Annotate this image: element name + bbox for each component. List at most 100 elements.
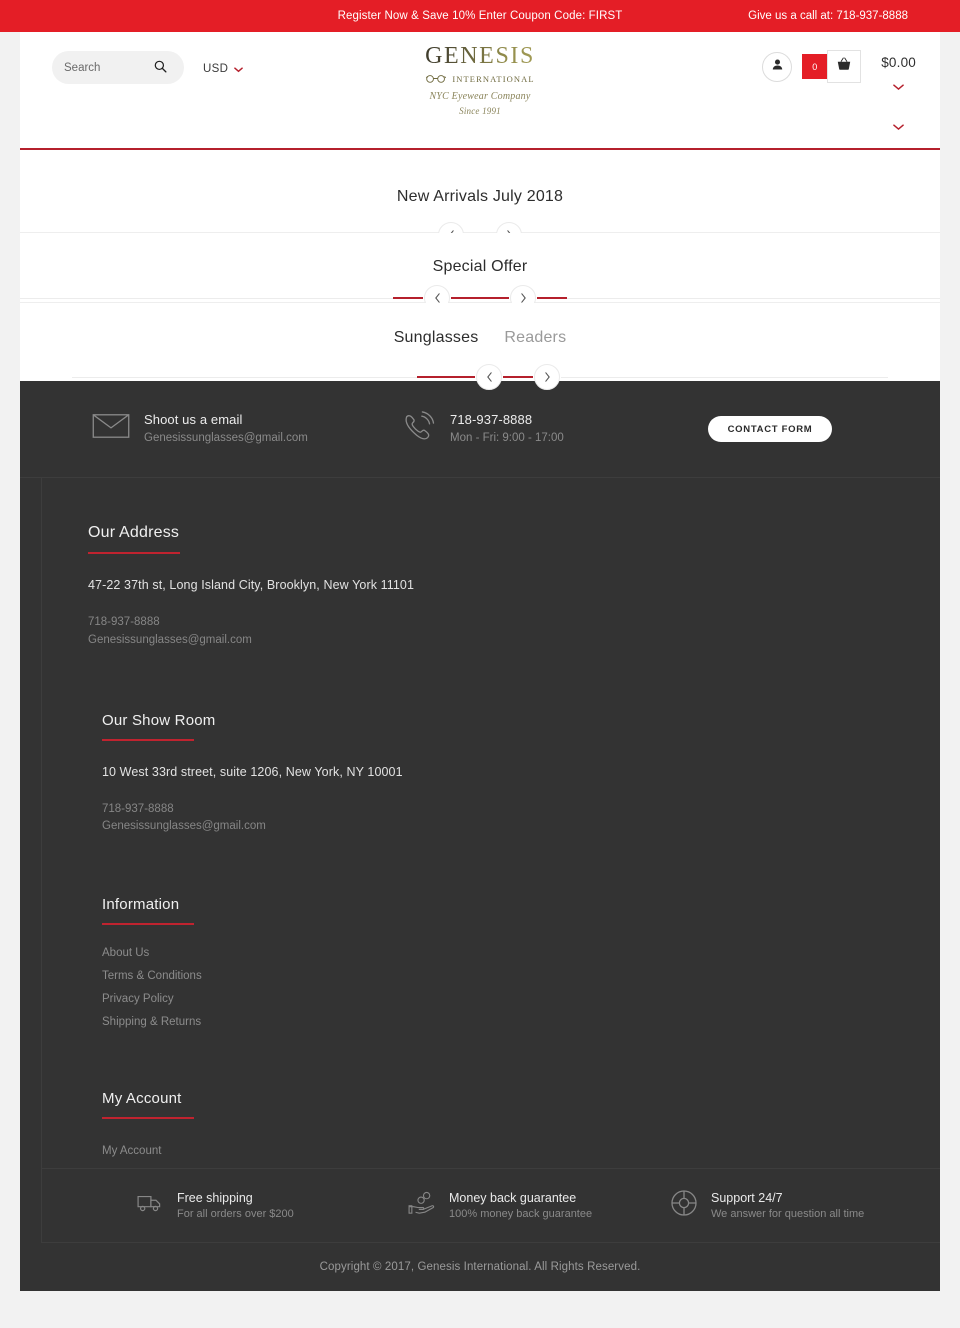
section-title: New Arrivals July 2018 [396, 188, 564, 205]
footer-my-account-block: My Account My Account [102, 1090, 940, 1157]
divider-right [567, 297, 940, 299]
section-title: Special Offer [432, 258, 528, 275]
logo-sub-text: INTERNATIONAL [452, 74, 535, 85]
footer-address-heading: Our Address [88, 524, 180, 541]
cart-button[interactable] [827, 50, 862, 83]
cart-total-amount: $0.00 [881, 55, 916, 70]
divider-left [72, 376, 417, 378]
footer-link-about-us[interactable]: About Us [102, 947, 940, 959]
currency-selector[interactable]: USD [203, 60, 244, 78]
accent-bar-left [393, 297, 423, 299]
promo-call-text: Give us a call at: 718-937-8888 [748, 10, 908, 22]
contact-phone-title: 718-937-8888 [450, 412, 533, 428]
phone-icon [402, 410, 436, 448]
feature-title: Support 24/7 [711, 1190, 783, 1205]
site-footer: Shoot us a email Genesissunglasses@gmail… [20, 381, 940, 1292]
chevron-left-icon [486, 372, 493, 382]
footer-link-privacy-policy[interactable]: Privacy Policy [102, 993, 940, 1005]
truck-icon [136, 1192, 164, 1219]
logo-script-line1: NYC Eyewear Company [429, 91, 531, 103]
envelope-icon [92, 412, 130, 445]
section-category-tabs: Sunglasses Readers [20, 303, 940, 390]
cart-dropdown-chevron-down-icon[interactable] [881, 78, 916, 96]
heading-underline [102, 1117, 194, 1120]
section-special-offer: Special Offer [20, 233, 940, 311]
footer-copyright: Copyright © 2017, Genesis International.… [319, 1261, 641, 1274]
logo-script-line2: Since 1991 [459, 105, 501, 116]
logo-script: NYC Eyewear Company Since 1991 [390, 90, 570, 118]
logo-main-text: GENESIS [390, 43, 570, 69]
footer-main-columns: Our Address 47-22 37th st, Long Island C… [41, 478, 940, 1170]
accent-bar-left [417, 376, 475, 378]
search-button[interactable] [154, 60, 167, 76]
feature-subtitle: 100% money back guarantee [449, 1207, 593, 1220]
promo-bar: Register Now & Save 10% Enter Coupon Cod… [0, 0, 960, 32]
footer-address-line: 47-22 37th st, Long Island City, Brookly… [88, 578, 415, 592]
tab-readers[interactable]: Readers [504, 329, 566, 347]
contact-phone-value: Mon - Fri: 9:00 - 17:00 [450, 432, 564, 445]
account-button[interactable] [762, 52, 793, 82]
feature-support: Support 24/7 We answer for question all … [670, 1189, 900, 1223]
footer-contact-band: Shoot us a email Genesissunglasses@gmail… [20, 381, 940, 478]
page-container: USD GENESIS INTERNATIONAL [20, 32, 940, 1292]
carousel-next-button[interactable] [534, 364, 560, 390]
chevron-right-icon [544, 372, 551, 382]
footer-showroom-block: Our Show Room 10 West 33rd street, suite… [102, 712, 940, 837]
contact-phone-block[interactable]: 718-937-8888 Mon - Fri: 9:00 - 17:00 [402, 410, 672, 448]
hand-coins-icon [408, 1191, 436, 1220]
header-account-area: 0 $0.00 [762, 50, 916, 136]
feature-money-back: Money back guarantee 100% money back gua… [408, 1189, 670, 1223]
footer-features-band: Free shipping For all orders over $200 M… [41, 1169, 940, 1244]
basket-icon [836, 56, 852, 77]
footer-address-email[interactable]: Genesissunglasses@gmail.com [88, 632, 940, 650]
tab-sunglasses[interactable]: Sunglasses [394, 329, 479, 347]
search-icon [154, 60, 167, 76]
currency-label: USD [203, 63, 229, 75]
footer-address-block: Our Address 47-22 37th st, Long Island C… [88, 524, 940, 650]
divider-left [20, 297, 393, 299]
footer-information-block: Information About Us Terms & Conditions … [102, 896, 940, 1028]
heading-underline [102, 738, 194, 741]
accent-bar-right [537, 297, 567, 299]
search-input[interactable] [64, 61, 154, 74]
footer-showroom-email[interactable]: Genesissunglasses@gmail.com [102, 818, 940, 836]
contact-form-button[interactable]: CONTACT FORM [708, 416, 832, 442]
chevron-right-icon [520, 293, 527, 303]
contact-email-value: Genesissunglasses@gmail.com [144, 432, 308, 445]
search-box[interactable] [52, 51, 184, 84]
accent-bar-mid [503, 376, 533, 378]
feature-free-shipping: Free shipping For all orders over $200 [136, 1189, 408, 1223]
cart-total-area: $0.00 [881, 50, 916, 136]
footer-link-shipping-returns[interactable]: Shipping & Returns [102, 1016, 940, 1028]
footer-showroom-heading: Our Show Room [102, 711, 216, 729]
accent-bar-mid [451, 297, 509, 299]
footer-information-heading: Information [102, 896, 180, 914]
carousel-prev-button[interactable] [476, 364, 502, 390]
footer-address-phone[interactable]: 718-937-8888 [88, 614, 940, 632]
contact-email-title: Shoot us a email [144, 412, 243, 428]
site-logo[interactable]: GENESIS INTERNATIONAL NYC Eyewear Compan… [390, 43, 570, 118]
heading-underline [102, 923, 194, 926]
feature-subtitle: For all orders over $200 [177, 1207, 294, 1220]
feature-title: Money back guarantee [449, 1190, 577, 1205]
footer-showroom-phone[interactable]: 718-937-8888 [102, 801, 940, 819]
footer-link-terms-conditions[interactable]: Terms & Conditions [102, 970, 940, 982]
secondary-chevron-down-icon[interactable] [881, 118, 916, 136]
feature-subtitle: We answer for question all time [711, 1207, 865, 1220]
contact-email-block[interactable]: Shoot us a email Genesissunglasses@gmail… [92, 411, 392, 447]
glasses-icon [425, 70, 447, 88]
cart-widget[interactable]: 0 [802, 50, 862, 83]
chevron-left-icon [434, 293, 441, 303]
cart-count-badge: 0 [802, 54, 828, 79]
footer-link-my-account[interactable]: My Account [102, 1145, 940, 1157]
lifebuoy-icon [670, 1189, 698, 1222]
heading-underline [88, 552, 180, 554]
tabs-carousel-controls [72, 364, 888, 390]
feature-title: Free shipping [177, 1190, 253, 1205]
footer-my-account-heading: My Account [102, 1090, 182, 1108]
section-new-arrivals: New Arrivals July 2018 [20, 150, 940, 248]
site-header: USD GENESIS INTERNATIONAL [20, 32, 940, 150]
tab-list: Sunglasses Readers [20, 303, 940, 347]
divider-right [561, 376, 888, 378]
footer-showroom-line: 10 West 33rd street, suite 1206, New Yor… [102, 764, 403, 779]
